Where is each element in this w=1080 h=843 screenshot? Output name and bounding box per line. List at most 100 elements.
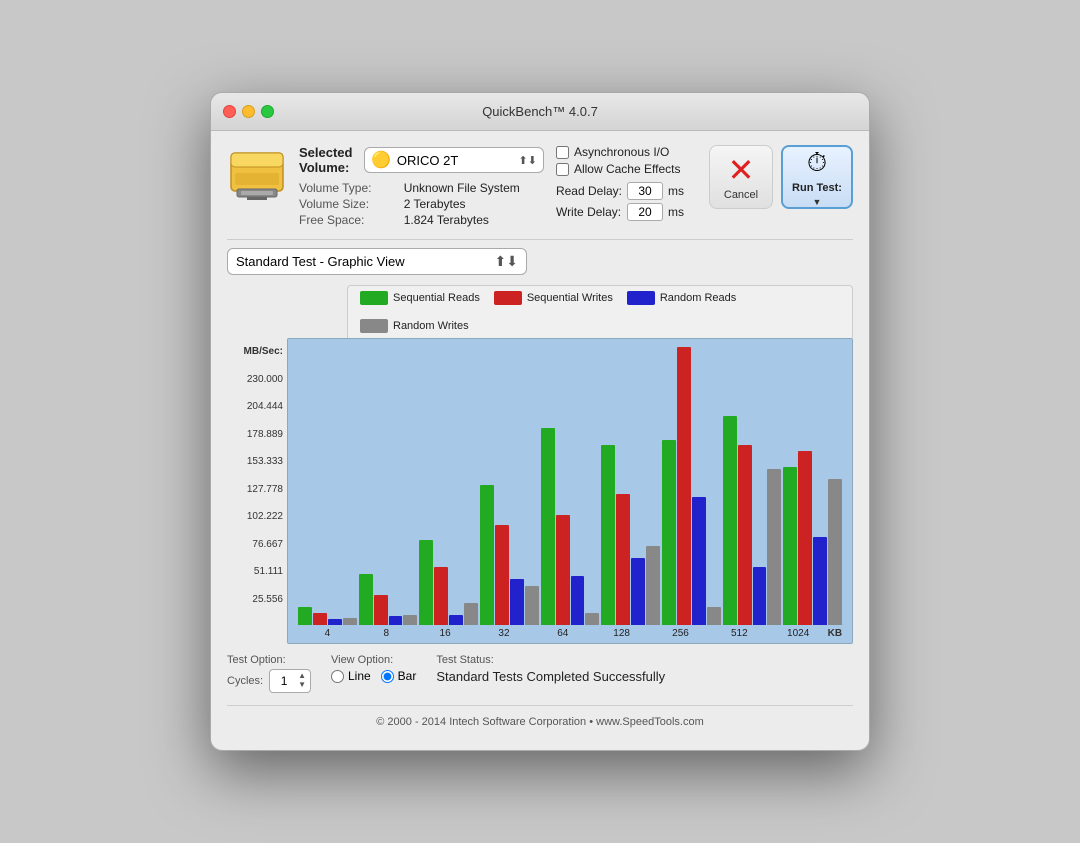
- separator-1: [227, 239, 853, 240]
- volume-dropdown[interactable]: 🟡 ORICO 2T ⬆⬇: [364, 147, 544, 173]
- status-text: Standard Tests Completed Successfully: [436, 669, 665, 684]
- test-option-group: Test Option: Cycles: 1 ▲ ▼: [227, 654, 311, 693]
- legend-seq-reads: Sequential Reads: [360, 291, 480, 305]
- view-option-label: View Option:: [331, 654, 416, 666]
- x-label-1024: 1024: [769, 628, 828, 639]
- test-dropdown[interactable]: Standard Test - Graphic View ⬆⬇: [227, 248, 527, 275]
- bar-32-bar-red: [495, 525, 509, 625]
- cycles-down-icon[interactable]: ▼: [298, 681, 306, 690]
- x-axis-unit: KB: [828, 628, 842, 639]
- vol-type-key: Volume Type:: [299, 181, 396, 195]
- bar-16-bar-red: [434, 567, 448, 625]
- write-delay-unit: ms: [668, 205, 684, 219]
- x-label-256: 256: [651, 628, 710, 639]
- bar-256-bar-blue: [692, 497, 706, 625]
- read-delay-unit: ms: [668, 184, 684, 198]
- bar-4-bar-gray: [343, 618, 357, 625]
- bar-8-bar-green: [359, 574, 373, 625]
- vol-size-key: Volume Size:: [299, 197, 396, 211]
- bar-radio-label: Bar: [398, 669, 417, 683]
- bar-8-bar-blue: [389, 616, 403, 625]
- selected-volume-label: Selected Volume:: [299, 145, 358, 175]
- y-label-178: 178.889: [227, 430, 283, 440]
- bar-group-16: [419, 540, 478, 625]
- cycles-value: 1: [274, 674, 294, 688]
- right-controls: Asynchronous I/O Allow Cache Effects Rea…: [556, 145, 689, 221]
- line-radio-label: Line: [348, 669, 371, 683]
- bar-group-4: [298, 607, 357, 625]
- x-axis: 4 8 16 32 64 128 256 512 1024 KB: [294, 625, 846, 643]
- bar-1024-bar-red: [798, 451, 812, 625]
- cycles-stepper[interactable]: ▲ ▼: [298, 672, 306, 690]
- run-arrow-icon: ▼: [813, 197, 822, 207]
- chart-section: Sequential Reads Sequential Writes Rando…: [227, 285, 853, 644]
- test-status-group: Test Status: Standard Tests Completed Su…: [436, 654, 665, 684]
- bar-256-bar-red: [677, 347, 691, 625]
- vol-free-key: Free Space:: [299, 213, 396, 227]
- close-button[interactable]: [223, 105, 236, 118]
- bar-4-bar-green: [298, 607, 312, 625]
- bar-radio-item[interactable]: Bar: [381, 669, 417, 683]
- async-io-checkbox-row[interactable]: Asynchronous I/O: [556, 145, 689, 159]
- volume-details: Volume Type: Unknown File System Volume …: [299, 181, 544, 227]
- test-status-label: Test Status:: [436, 654, 665, 666]
- rand-writes-color: [360, 319, 388, 333]
- bar-64-bar-gray: [585, 613, 599, 625]
- legend-rand-reads: Random Reads: [627, 291, 736, 305]
- bar-256-bar-gray: [707, 607, 721, 625]
- y-label-127: 127.778: [227, 485, 283, 495]
- bar-512-bar-gray: [767, 469, 781, 625]
- cancel-button[interactable]: ✕ Cancel: [709, 145, 773, 209]
- bar-16-bar-green: [419, 540, 433, 625]
- checkboxes: Asynchronous I/O Allow Cache Effects: [556, 145, 689, 176]
- maximize-button[interactable]: [261, 105, 274, 118]
- bar-128-bar-red: [616, 494, 630, 625]
- test-dropdown-chevron-icon: ⬆⬇: [495, 253, 518, 270]
- volume-disk-icon: 🟡: [371, 150, 391, 170]
- bar-1024-bar-blue: [813, 537, 827, 625]
- legend-rand-writes: Random Writes: [360, 319, 469, 333]
- line-radio[interactable]: [331, 670, 344, 683]
- bar-256-bar-green: [662, 440, 676, 625]
- test-selector: Standard Test - Graphic View ⬆⬇: [227, 248, 853, 275]
- async-io-checkbox[interactable]: [556, 146, 569, 159]
- allow-cache-label: Allow Cache Effects: [574, 162, 681, 176]
- y-label-204: 204.444: [227, 402, 283, 412]
- bar-64-bar-green: [541, 428, 555, 625]
- read-delay-input[interactable]: [627, 182, 663, 200]
- cycles-control: Cycles: 1 ▲ ▼: [227, 669, 311, 693]
- x-label-32: 32: [475, 628, 534, 639]
- y-axis-unit: MB/Sec:: [227, 346, 283, 357]
- minimize-button[interactable]: [242, 105, 255, 118]
- bar-group-512: [723, 416, 782, 625]
- content-area: Selected Volume: 🟡 ORICO 2T ⬆⬇ Volume Ty…: [211, 131, 869, 750]
- bars-container: [294, 345, 846, 625]
- seq-reads-color: [360, 291, 388, 305]
- traffic-lights: [223, 105, 274, 118]
- bar-8-bar-red: [374, 595, 388, 625]
- drive-icon: [227, 145, 287, 205]
- allow-cache-checkbox[interactable]: [556, 163, 569, 176]
- cancel-x-icon: ✕: [728, 154, 755, 186]
- run-test-button[interactable]: ⏱ Run Test: ▼: [781, 145, 853, 209]
- selected-volume-row: Selected Volume: 🟡 ORICO 2T ⬆⬇: [299, 145, 544, 175]
- y-axis: MB/Sec: 230.000 204.444 178.889 153.333 …: [227, 338, 287, 644]
- view-option-group: View Option: Line Bar: [331, 654, 416, 683]
- test-dropdown-label: Standard Test - Graphic View: [236, 254, 405, 269]
- x-label-64: 64: [533, 628, 592, 639]
- action-buttons: ✕ Cancel ⏱ Run Test: ▼: [709, 145, 853, 209]
- test-option-label: Test Option:: [227, 654, 311, 666]
- seq-writes-color: [494, 291, 522, 305]
- x-label-4: 4: [298, 628, 357, 639]
- allow-cache-checkbox-row[interactable]: Allow Cache Effects: [556, 162, 689, 176]
- write-delay-input[interactable]: [627, 203, 663, 221]
- bar-64-bar-blue: [571, 576, 585, 625]
- bar-radio[interactable]: [381, 670, 394, 683]
- chart-area: 4 8 16 32 64 128 256 512 1024 KB: [287, 338, 853, 644]
- cycles-input-group[interactable]: 1 ▲ ▼: [269, 669, 311, 693]
- y-label-230: 230.000: [227, 375, 283, 385]
- bar-group-1024: [783, 451, 842, 625]
- line-radio-item[interactable]: Line: [331, 669, 371, 683]
- chart-wrapper: MB/Sec: 230.000 204.444 178.889 153.333 …: [227, 338, 853, 644]
- vol-type-val: Unknown File System: [404, 181, 544, 195]
